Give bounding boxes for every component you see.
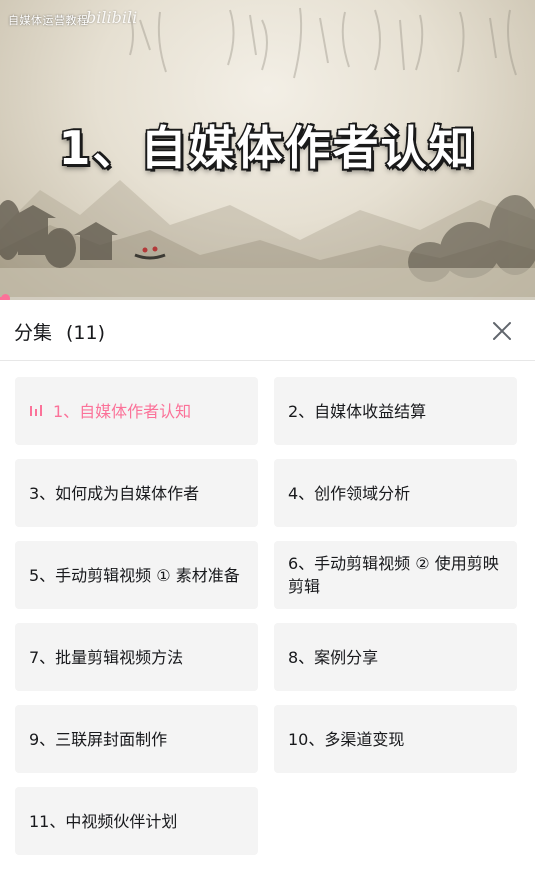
episode-count: (11) <box>66 322 106 344</box>
episode-label: 9、三联屏封面制作 <box>29 729 168 749</box>
episode-label: 1、自媒体作者认知 <box>53 401 192 421</box>
episode-label: 2、自媒体收益结算 <box>288 401 427 421</box>
episode-item[interactable]: 7、批量剪辑视频方法 <box>15 623 258 691</box>
close-icon <box>493 322 511 340</box>
episode-item[interactable]: 1、自媒体作者认知 <box>15 377 258 445</box>
episode-label: 10、多渠道变现 <box>288 729 405 749</box>
episode-label: 7、批量剪辑视频方法 <box>29 647 184 667</box>
panel-title: 分集 (11) <box>14 318 105 345</box>
episode-item[interactable]: 2、自媒体收益结算 <box>274 377 517 445</box>
episode-item[interactable]: 10、多渠道变现 <box>274 705 517 773</box>
video-title-overlay: 1、自媒体作者认知 <box>57 120 477 177</box>
episode-label: 4、创作领域分析 <box>288 483 411 503</box>
episode-label: 3、如何成为自媒体作者 <box>29 483 200 503</box>
episode-item[interactable]: 6、手动剪辑视频 ② 使用剪映剪辑 <box>274 541 517 609</box>
episode-item[interactable]: 9、三联屏封面制作 <box>15 705 258 773</box>
episode-item[interactable]: 5、手动剪辑视频 ① 素材准备 <box>15 541 258 609</box>
panel-title-label: 分集 <box>14 322 53 344</box>
episode-label: 5、手动剪辑视频 ① 素材准备 <box>29 565 240 585</box>
channel-watermark: 自媒体运营教程 <box>8 14 89 27</box>
episode-label: 8、案例分享 <box>288 647 379 667</box>
episode-item[interactable]: 8、案例分享 <box>274 623 517 691</box>
bilibili-logo: bilibili <box>86 8 138 27</box>
close-button[interactable] <box>488 317 516 345</box>
episode-item[interactable]: 4、创作领域分析 <box>274 459 517 527</box>
episode-label: 11、中视频伙伴计划 <box>29 811 178 831</box>
episodes-panel-header: 分集 (11) <box>0 300 535 361</box>
now-playing-icon <box>29 404 43 418</box>
episode-label: 6、手动剪辑视频 ② 使用剪映剪辑 <box>288 554 499 596</box>
episode-grid: 1、自媒体作者认知 2、自媒体收益结算 3、如何成为自媒体作者 4、创作领域分析 5、手… <box>15 377 517 855</box>
video-player[interactable]: 自媒体运营教程 bilibili 1、自媒体作者认知 <box>0 0 535 300</box>
episode-item[interactable]: 11、中视频伙伴计划 <box>15 787 258 855</box>
episode-item[interactable]: 3、如何成为自媒体作者 <box>15 459 258 527</box>
